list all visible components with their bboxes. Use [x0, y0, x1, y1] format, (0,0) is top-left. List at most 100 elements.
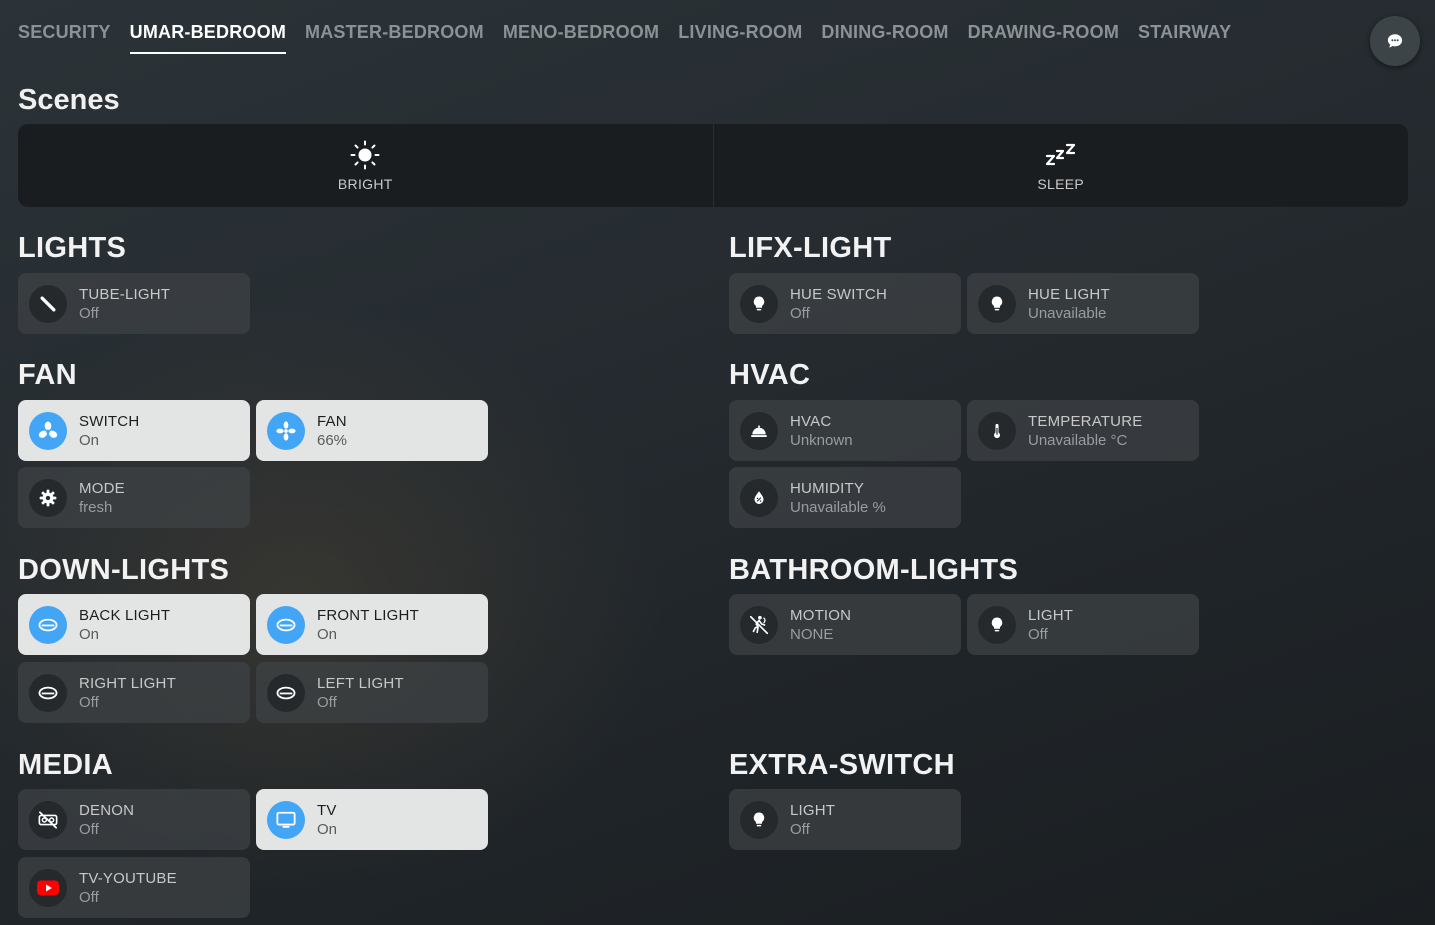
tile-name: HUMIDITY: [790, 479, 865, 497]
tile-name: TEMPERATURE: [1028, 412, 1143, 430]
tile-name: DENON: [79, 801, 135, 819]
scene-bright[interactable]: BRIGHT: [18, 124, 714, 207]
tile-name: BACK LIGHT: [79, 606, 171, 624]
tile-fan-switch[interactable]: SWITCH On: [18, 400, 250, 461]
section-title-hvac: HVAC: [729, 359, 811, 391]
tile-name: SWITCH: [79, 412, 140, 430]
tile-state: Unavailable: [1028, 304, 1107, 322]
tile-denon[interactable]: DENON Off: [18, 789, 250, 850]
tile-fan-speed[interactable]: FAN 66%: [256, 400, 488, 461]
tile-state: Unavailable °C: [1028, 431, 1128, 449]
tab-stairway[interactable]: STAIRWAY: [1138, 22, 1231, 52]
tile-state: Off: [79, 888, 99, 906]
tile-name: MODE: [79, 479, 125, 497]
tile-name: HVAC: [790, 412, 832, 430]
tab-dining-room[interactable]: DINING-ROOM: [821, 22, 948, 52]
tile-state: Off: [317, 693, 337, 711]
tile-bathroom-light[interactable]: LIGHT Off: [967, 594, 1199, 655]
downlight-icon: [276, 618, 296, 631]
tile-name: HUE SWITCH: [790, 285, 887, 303]
downlight-icon: [38, 686, 58, 699]
tile-tube-light[interactable]: TUBE-LIGHT Off: [18, 273, 250, 334]
scenes-title: Scenes: [18, 84, 120, 116]
tile-hue-switch[interactable]: HUE SWITCH Off: [729, 273, 961, 334]
scene-label: BRIGHT: [337, 175, 393, 192]
tile-state: 66%: [317, 431, 348, 449]
tile-hvac[interactable]: HVAC Unknown: [729, 400, 961, 461]
bulb-icon: [753, 812, 765, 826]
tile-state: On: [79, 431, 100, 449]
tile-state: On: [317, 625, 338, 643]
tile-right-light[interactable]: RIGHT LIGHT Off: [18, 662, 250, 723]
speaker-off-icon: [38, 810, 58, 829]
tile-front-light[interactable]: FRONT LIGHT On: [256, 594, 488, 655]
scene-sleep[interactable]: SLEEP: [714, 124, 1409, 207]
thermometer-icon: [994, 423, 1000, 438]
section-title-lights: LIGHTS: [18, 232, 127, 264]
tile-name: FAN: [317, 412, 347, 430]
tile-humidity[interactable]: HUMIDITY Unavailable %: [729, 467, 961, 528]
tile-state: On: [79, 625, 100, 643]
tile-state: Unknown: [790, 431, 853, 449]
bulb-icon: [991, 296, 1003, 310]
section-title-bathroom-lights: BATHROOM-LIGHTS: [729, 554, 1019, 586]
tile-back-light[interactable]: BACK LIGHT On: [18, 594, 250, 655]
bulb-icon: [991, 617, 1003, 631]
zzz-icon: [1045, 143, 1075, 165]
chat-bubble-icon: [1387, 34, 1403, 48]
fan-icon: [276, 420, 296, 441]
tile-name: LIGHT: [790, 801, 836, 819]
tab-security[interactable]: SECURITY: [18, 22, 111, 52]
tab-master-bedroom[interactable]: MASTER-BEDROOM: [305, 22, 484, 52]
tile-state: Off: [1028, 625, 1048, 643]
tile-name: HUE LIGHT: [1028, 285, 1110, 303]
dome-icon: [751, 425, 767, 437]
tab-drawing-room[interactable]: DRAWING-ROOM: [968, 22, 1119, 52]
tile-name: FRONT LIGHT: [317, 606, 419, 624]
tile-state: On: [317, 820, 338, 838]
tile-state: Unavailable %: [790, 498, 886, 516]
chat-button[interactable]: [1370, 16, 1420, 66]
tile-name: MOTION: [790, 606, 852, 624]
tile-tv[interactable]: TV On: [256, 789, 488, 850]
tile-state: Off: [790, 304, 810, 322]
sun-icon: [350, 140, 380, 169]
tile-name: RIGHT LIGHT: [79, 674, 176, 692]
section-title-extra-switch: EXTRA-SWITCH: [729, 749, 955, 781]
tile-hue-light[interactable]: HUE LIGHT Unavailable: [967, 273, 1199, 334]
tile-state: fresh: [79, 498, 113, 516]
tile-extra-light[interactable]: LIGHT Off: [729, 789, 961, 850]
scene-label: SLEEP: [1037, 175, 1085, 192]
tile-name: LEFT LIGHT: [317, 674, 404, 692]
downlight-icon: [276, 686, 296, 699]
bulb-icon: [753, 296, 765, 310]
tile-fan-mode[interactable]: MODE fresh: [18, 467, 250, 528]
youtube-icon: [37, 880, 59, 895]
room-tabs: SECURITY UMAR-BEDROOM MASTER-BEDROOM MEN…: [18, 22, 1250, 54]
tube-light-icon: [40, 296, 56, 311]
tile-name: TV: [317, 801, 337, 819]
tile-state: Off: [790, 820, 810, 838]
tile-state: Off: [79, 820, 99, 838]
tile-name: LIGHT: [1028, 606, 1074, 624]
tile-state: NONE: [790, 625, 834, 643]
section-title-fan: FAN: [18, 359, 77, 391]
tile-name: TUBE-LIGHT: [79, 285, 171, 303]
fan-icon: [38, 421, 58, 438]
water-drop-icon: [754, 490, 764, 504]
downlight-icon: [38, 618, 58, 631]
tile-state: Off: [79, 693, 99, 711]
motion-off-icon: [749, 615, 769, 634]
tab-meno-bedroom[interactable]: MENO-BEDROOM: [503, 22, 659, 52]
tile-motion[interactable]: MOTION NONE: [729, 594, 961, 655]
scenes-bar: BRIGHT SLEEP: [18, 124, 1408, 207]
tile-temperature[interactable]: TEMPERATURE Unavailable °C: [967, 400, 1199, 461]
tile-name: TV-YOUTUBE: [79, 869, 177, 887]
tab-umar-bedroom[interactable]: UMAR-BEDROOM: [129, 22, 287, 54]
tile-left-light[interactable]: LEFT LIGHT Off: [256, 662, 488, 723]
tab-living-room[interactable]: LIVING-ROOM: [678, 22, 802, 52]
section-title-down-lights: DOWN-LIGHTS: [18, 554, 230, 586]
tile-tv-youtube[interactable]: TV-YOUTUBE Off: [18, 857, 250, 918]
section-title-media: MEDIA: [18, 749, 113, 781]
tile-state: Off: [79, 304, 99, 322]
